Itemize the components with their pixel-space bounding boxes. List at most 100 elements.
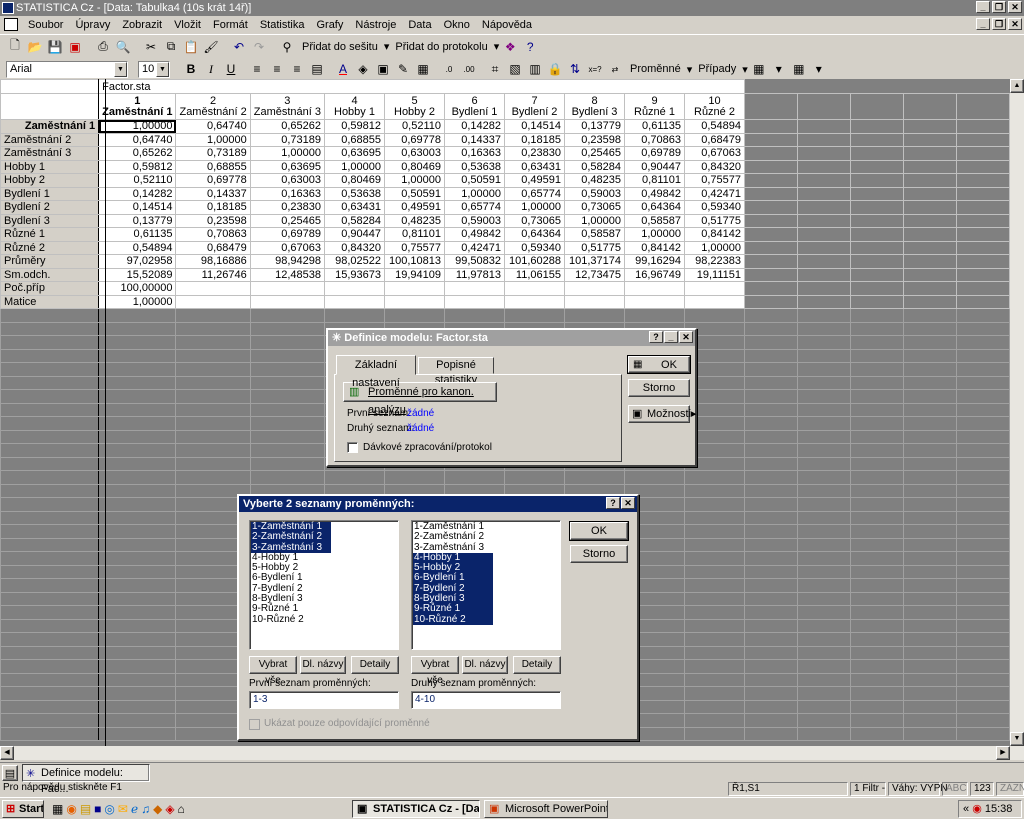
data-cell[interactable]: 98,22383 xyxy=(684,254,745,269)
minimize-button[interactable]: _ xyxy=(976,1,990,13)
data-cell[interactable]: 0,23830 xyxy=(504,146,565,161)
data-cell[interactable]: 0,64364 xyxy=(504,227,565,242)
data-cell[interactable]: 0,65262 xyxy=(249,119,326,134)
first-variable-list[interactable]: 1-Zaměstnání 1 2-Zaměstnání 2 3-Zaměstnání… xyxy=(249,520,399,650)
row-header[interactable]: Bydlení 2 xyxy=(0,200,100,215)
antivirus-icon[interactable]: ◉ xyxy=(972,803,982,815)
data-cell[interactable]: 0,65774 xyxy=(444,200,505,215)
data-cell[interactable]: 0,14514 xyxy=(98,200,177,215)
row-header[interactable]: Různé 2 xyxy=(0,240,100,255)
bold-button[interactable]: B xyxy=(182,60,200,78)
data-cell[interactable]: 0,84142 xyxy=(684,227,745,242)
ok-button[interactable]: ▦ OK xyxy=(627,355,691,374)
align-left-icon[interactable]: ≡ xyxy=(248,60,266,78)
data-cell[interactable]: 0,51775 xyxy=(684,213,745,228)
data-cell[interactable]: 0,54894 xyxy=(98,240,177,255)
model-dialog-titlebar[interactable]: ✳ Definice modelu: Factor.sta ? _ ✕ xyxy=(328,330,695,346)
data-cell[interactable]: 0,67063 xyxy=(249,240,326,255)
menu-item[interactable]: Soubor xyxy=(22,16,69,34)
row-header[interactable]: Zaměstnání 3 xyxy=(0,146,100,161)
data-cell[interactable] xyxy=(324,281,385,296)
data-cell[interactable] xyxy=(384,294,445,309)
column-header[interactable]: 9 Různé 1 xyxy=(624,93,685,120)
long-names-button-2[interactable]: Dl. názvy xyxy=(462,656,508,674)
weights-status[interactable]: Váhy: VYPN xyxy=(888,782,948,796)
formula-icon[interactable]: x=? xyxy=(586,60,604,78)
data-cell[interactable]: 0,54894 xyxy=(684,119,745,134)
data-cell[interactable]: 99,16294 xyxy=(624,254,685,269)
close-button[interactable]: ✕ xyxy=(621,497,635,509)
data-cell[interactable]: 0,59003 xyxy=(564,186,625,201)
start-button[interactable]: ⊞ Start xyxy=(2,800,44,818)
data-cell[interactable] xyxy=(504,294,565,309)
print-preview-icon[interactable]: 🔍 xyxy=(114,38,132,56)
help-button[interactable]: ? xyxy=(649,331,663,343)
menu-item[interactable]: Úpravy xyxy=(69,16,116,34)
list-item[interactable]: 10-Různé 2 xyxy=(413,614,493,625)
data-cell[interactable]: 0,63431 xyxy=(324,200,385,215)
data-cell[interactable] xyxy=(175,281,251,296)
scroll-down-icon[interactable]: ▼ xyxy=(1010,732,1024,746)
menu-item[interactable]: Formát xyxy=(207,16,254,34)
data-cell[interactable]: 19,94109 xyxy=(384,267,445,282)
data-cell[interactable]: 100,00000 xyxy=(98,281,177,296)
add-to-protocol-button[interactable]: Přidat do protokolu xyxy=(391,41,491,53)
data-cell[interactable]: 0,65262 xyxy=(98,146,177,161)
outlook-icon[interactable]: ◎ xyxy=(104,802,114,816)
data-cell[interactable]: 11,97813 xyxy=(444,267,505,282)
data-cell[interactable]: 1,00000 xyxy=(175,132,251,147)
details-button-1[interactable]: Detaily xyxy=(351,656,399,674)
close-button[interactable]: ✕ xyxy=(679,331,693,343)
data-cell[interactable]: 0,68855 xyxy=(324,132,385,147)
mdi-minimize-button[interactable]: _ xyxy=(976,18,990,30)
data-cell[interactable]: 12,73475 xyxy=(564,267,625,282)
second-list-input[interactable]: 4-10 xyxy=(411,691,561,709)
data-cell[interactable]: 0,69778 xyxy=(384,132,445,147)
row-header[interactable]: Sm.odch. xyxy=(0,267,100,282)
data-cell[interactable]: 0,50591 xyxy=(384,186,445,201)
add-to-workbook-button[interactable]: Přidat do sešitu xyxy=(298,41,382,53)
grid-icon[interactable]: ▦ xyxy=(750,60,768,78)
data-cell[interactable] xyxy=(444,294,505,309)
media-icon[interactable]: ♫ xyxy=(141,802,150,816)
menu-item[interactable]: Data xyxy=(402,16,437,34)
column-header[interactable]: 7 Bydlení 2 xyxy=(504,93,565,120)
book-icon[interactable]: ❖ xyxy=(501,38,519,56)
variables-arrow[interactable]: ▾ xyxy=(687,63,693,76)
save-icon[interactable]: 💾 xyxy=(46,38,64,56)
filter-status[interactable]: 1 Filtr - xyxy=(850,782,886,796)
align-right-icon[interactable]: ≡ xyxy=(288,60,306,78)
mail-icon[interactable]: ✉ xyxy=(118,802,128,816)
show-matching-checkbox[interactable] xyxy=(249,719,260,730)
data-cell[interactable]: 0,73189 xyxy=(249,132,326,147)
undo-icon[interactable]: ↶ xyxy=(230,38,248,56)
data-cell[interactable]: 0,84320 xyxy=(684,159,745,174)
data-cell[interactable]: 0,53638 xyxy=(444,159,505,174)
paste-icon[interactable]: 📋 xyxy=(182,38,200,56)
details-button-2[interactable]: Detaily xyxy=(513,656,561,674)
data-cell[interactable]: 0,14514 xyxy=(504,119,565,134)
data-cell[interactable]: 0,63695 xyxy=(324,146,385,161)
data-cell[interactable]: 11,06155 xyxy=(504,267,565,282)
row-header[interactable]: Průměry xyxy=(0,254,100,269)
data-cell[interactable] xyxy=(324,294,385,309)
menu-item[interactable]: Nástroje xyxy=(349,16,402,34)
font-combo[interactable]: Arial ▼ xyxy=(6,60,128,78)
data-cell[interactable]: 0,48235 xyxy=(564,173,625,188)
data-cell[interactable]: 1,00000 xyxy=(504,200,565,215)
minimize-button[interactable]: _ xyxy=(664,331,678,343)
menu-item[interactable]: Vložit xyxy=(168,16,207,34)
data-cell[interactable] xyxy=(175,294,251,309)
firefox-icon[interactable]: ◉ xyxy=(66,802,76,816)
chevron-down-icon[interactable]: ▼ xyxy=(114,61,127,77)
data-cell[interactable]: 0,23598 xyxy=(175,213,251,228)
data-cell[interactable]: 0,18185 xyxy=(504,132,565,147)
task-statistica[interactable]: ▣ STATISTICA Cz - [Dat... xyxy=(352,800,480,818)
data-cell[interactable]: 0,75577 xyxy=(684,173,745,188)
select-all-button-2[interactable]: Vybrat vše xyxy=(411,656,459,686)
restore-button[interactable]: ❐ xyxy=(992,1,1006,13)
data-cell[interactable]: 0,42471 xyxy=(684,186,745,201)
menu-item[interactable]: Nápověda xyxy=(476,16,538,34)
cancel-button[interactable]: Storno xyxy=(570,545,628,563)
data-cell[interactable]: 16,96749 xyxy=(624,267,685,282)
